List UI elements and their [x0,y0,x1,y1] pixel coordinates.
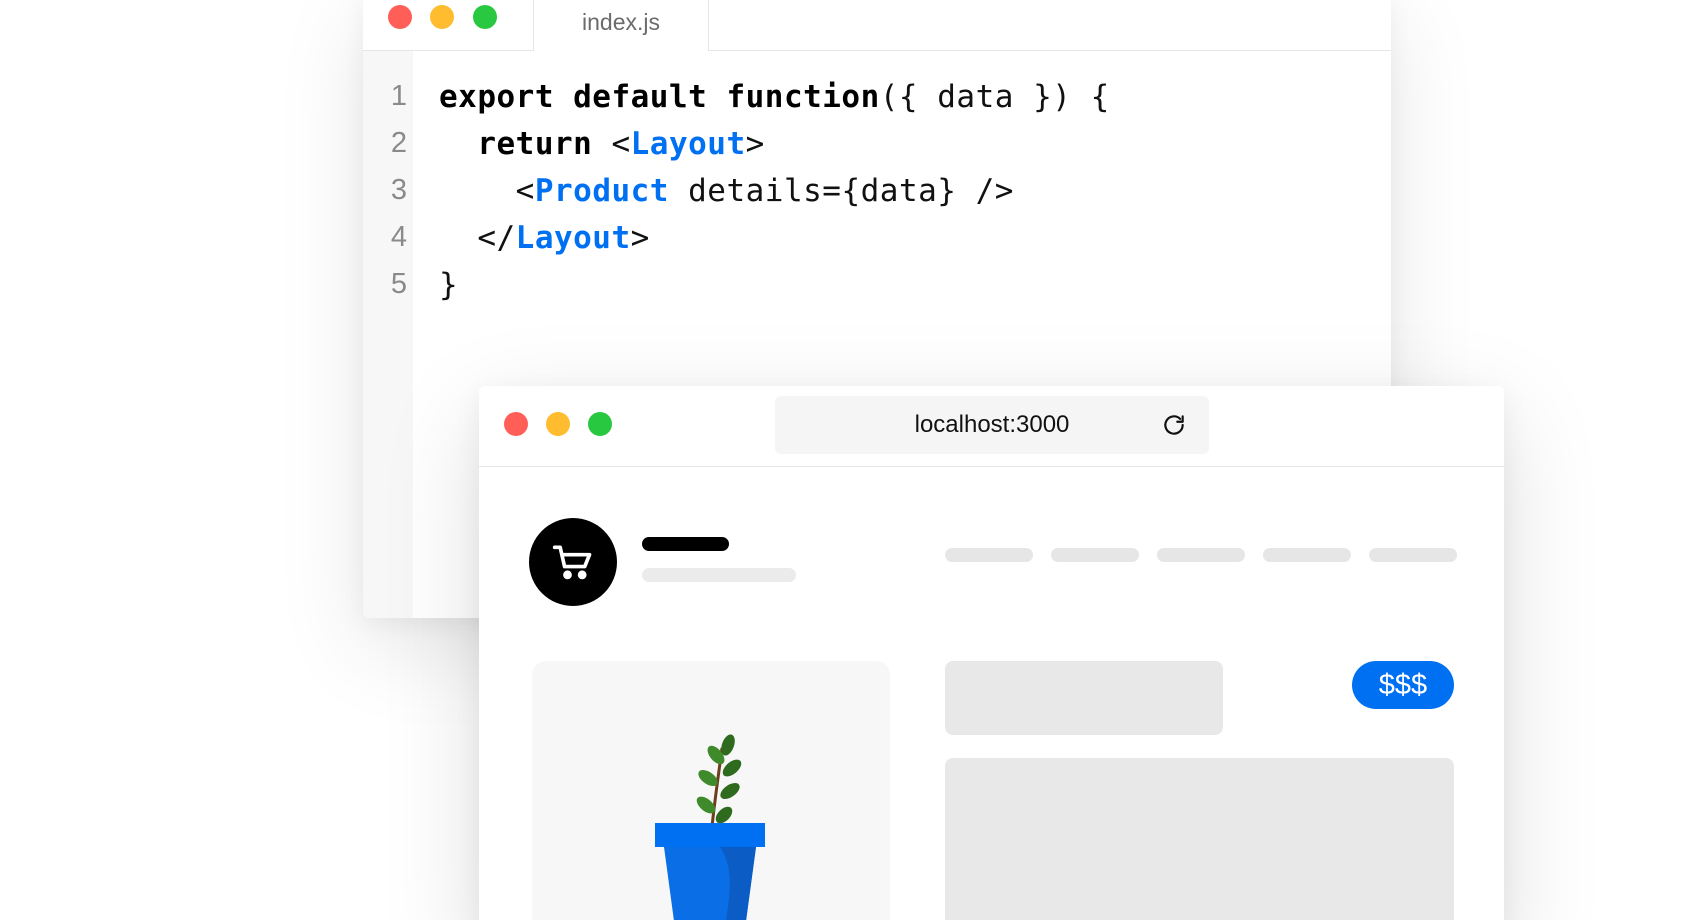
maximize-window-button[interactable] [473,5,497,29]
line-number: 4 [390,221,407,253]
line-number: 5 [390,268,407,300]
nav-link-placeholder[interactable] [1157,548,1245,562]
code-component-name: Layout [630,126,746,162]
nav-link-placeholder[interactable] [1263,548,1351,562]
browser-titlebar: localhost:3000 [479,386,1504,467]
code-text: } [439,267,459,303]
shopping-cart-icon [552,545,592,580]
address-bar[interactable]: localhost:3000 [775,396,1209,454]
code-text: < [515,173,535,209]
maximize-window-button[interactable] [588,412,612,436]
close-window-button[interactable] [388,5,412,29]
url-text: localhost:3000 [914,411,1070,438]
minimize-window-button[interactable] [430,5,454,29]
minimize-window-button[interactable] [546,412,570,436]
code-keyword: export default function [439,79,880,115]
code-component-name: Layout [515,220,631,256]
nav-link-placeholder[interactable] [1369,548,1457,562]
close-window-button[interactable] [504,412,528,436]
tab-index-js[interactable]: index.js [533,0,709,51]
nav-link-placeholder[interactable] [1051,548,1139,562]
code-text: < [592,126,631,162]
code-line-2[interactable]: return <Layout> [439,126,765,162]
code-line-4[interactable]: </Layout> [439,220,650,256]
price-badge: $$$ [1352,661,1454,709]
code-keyword: return [477,126,593,162]
code-line-5[interactable]: } [439,267,458,303]
code-text: </ [477,220,516,256]
store-logo[interactable] [529,518,617,606]
potted-plant-icon [655,734,765,920]
store-name-placeholder [642,537,729,551]
code-text: > [745,126,765,162]
code-text: ({ data }) { [879,79,1110,115]
code-line-3[interactable]: <Product details={data} /> [439,173,1014,209]
nav-link-placeholder[interactable] [945,548,1033,562]
product-image-card[interactable] [532,661,890,920]
code-text: details={data} /> [668,173,1014,209]
browser-window: localhost:3000 $$$ [479,386,1504,920]
product-title-placeholder [945,661,1223,735]
store-tagline-placeholder [642,568,796,582]
product-description-placeholder [945,758,1454,920]
code-component-name: Product [534,173,669,209]
code-line-1[interactable]: export default function({ data }) { [439,79,1110,115]
editor-titlebar: index.js [363,0,1391,51]
reload-icon[interactable] [1161,412,1187,438]
line-number: 3 [390,174,407,206]
code-text: > [630,220,650,256]
line-number: 2 [390,127,407,159]
scene: index.js 1 2 3 4 5 export default functi… [0,0,1699,920]
line-number: 1 [390,80,407,112]
